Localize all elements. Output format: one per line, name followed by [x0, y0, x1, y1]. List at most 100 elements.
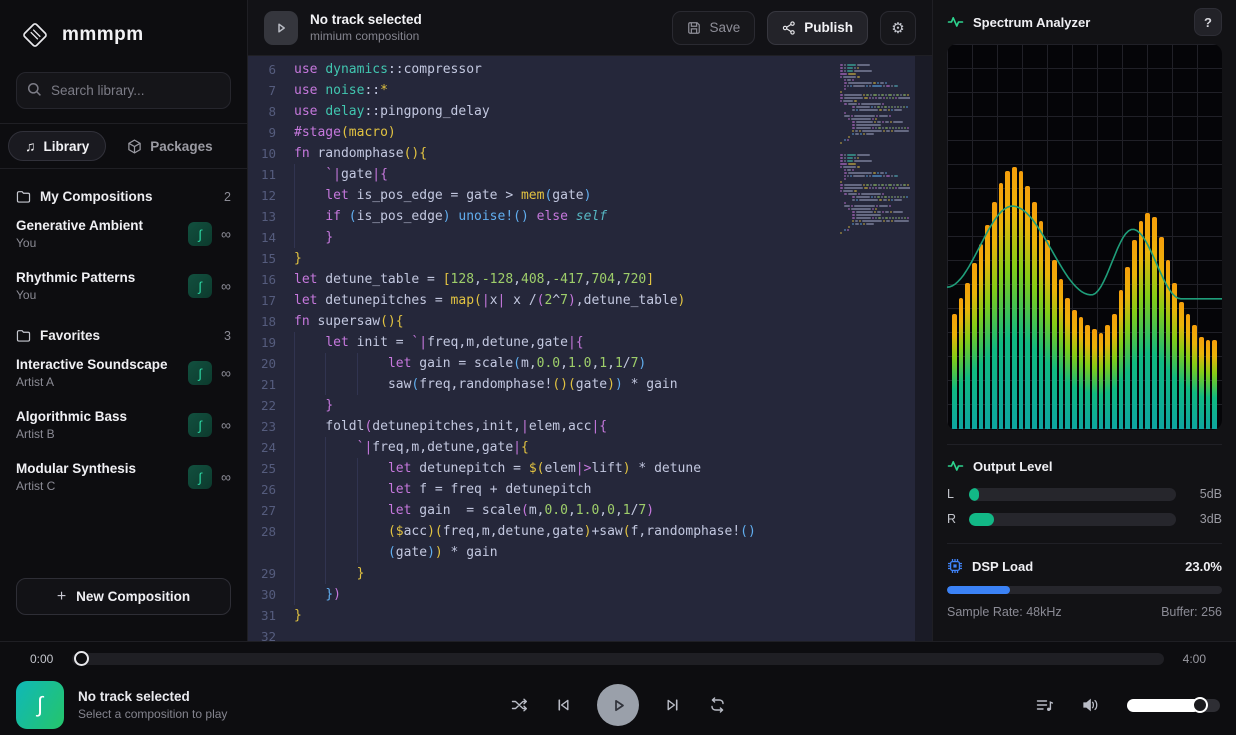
item-subtitle: Artist C: [16, 479, 188, 493]
code-line: 29 }: [248, 563, 932, 584]
list-item[interactable]: Algorithmic BassArtist B∫∞: [16, 399, 231, 451]
code-line: (gate)) * gain: [248, 542, 932, 563]
list-item[interactable]: Interactive SoundscapeArtist A∫∞: [16, 347, 231, 399]
sample-rate-label: Sample Rate: 48kHz: [947, 605, 1062, 619]
volume-knob[interactable]: [1192, 697, 1208, 713]
code-line: 28 ($acc)(freq,m,detune,gate)+saw(f,rand…: [248, 521, 932, 542]
next-button[interactable]: [663, 696, 683, 714]
section-header[interactable]: Favorites3: [16, 328, 231, 343]
item-title: Modular Synthesis: [16, 461, 188, 476]
editor-header: No track selected mimium composition Sav…: [248, 0, 932, 56]
meter-row-left: L 5dB: [947, 487, 1222, 501]
infinity-icon: ∞: [221, 226, 231, 242]
spectrum-curve: [947, 44, 1222, 430]
plus-icon: +: [57, 588, 66, 606]
waveform-icon: [947, 14, 964, 30]
item-title: Rhythmic Patterns: [16, 270, 188, 285]
volume-icon[interactable]: [1081, 696, 1101, 714]
repeat-button[interactable]: [707, 696, 727, 714]
save-button[interactable]: Save: [672, 11, 755, 45]
analysis-panel: Spectrum Analyzer ? Output Level L 5: [932, 0, 1236, 641]
code-line: 32: [248, 626, 932, 641]
code-line: 12 let is_pos_edge = gate > mem(gate): [248, 185, 932, 206]
shuffle-button[interactable]: [509, 696, 529, 714]
code-line: 20 let gain = scale(m,0.0,1.0,1,1/7): [248, 353, 932, 374]
code-line: 13 if (is_pos_edge) unoise!() else self: [248, 206, 932, 227]
mimium-file-icon: ∫: [188, 222, 212, 246]
sidebar-tabs: ♫ Library Packages: [0, 123, 247, 169]
music-note-icon: ♫: [25, 138, 36, 154]
code-line: 11 `|gate|{: [248, 164, 932, 185]
settings-button[interactable]: ⚙: [880, 11, 916, 45]
seek-handle[interactable]: [74, 651, 89, 666]
search-input[interactable]: [16, 72, 231, 109]
queue-button[interactable]: [1035, 696, 1055, 714]
transport-controls: [509, 684, 727, 726]
list-item[interactable]: Modular SynthesisArtist C∫∞: [16, 451, 231, 503]
list-item[interactable]: Rhythmic PatternsYou∫∞: [16, 260, 231, 312]
code-line: 6use dynamics::compressor: [248, 59, 932, 80]
spectrum-title: Spectrum Analyzer: [973, 15, 1090, 30]
code-minimap[interactable]: [840, 64, 910, 238]
code-line: 7use noise::*: [248, 80, 932, 101]
help-button[interactable]: ?: [1194, 8, 1222, 36]
mimium-file-icon: ∫: [188, 413, 212, 437]
editor-pane: No track selected mimium composition Sav…: [248, 0, 932, 641]
meter-row-right: R 3dB: [947, 512, 1222, 526]
level-meter-right: [969, 513, 1176, 526]
spectrum-chart: [947, 44, 1222, 430]
track-play-thumbnail[interactable]: [264, 11, 298, 45]
share-icon: [782, 21, 796, 35]
sidebar-sections: My Compositions2Generative AmbientYou∫∞R…: [0, 169, 247, 578]
tab-library[interactable]: ♫ Library: [8, 131, 106, 161]
previous-button[interactable]: [553, 696, 573, 714]
channel-right-label: R: [947, 512, 959, 526]
list-item[interactable]: Generative Ambient You∫ ∞: [16, 208, 231, 260]
code-line: 27 let gain = scale(m,0.0,1.0,0,1/7): [248, 500, 932, 521]
new-composition-label: New Composition: [76, 589, 190, 604]
code-line: 17let detunepitches = map(|x| x /(2^7),d…: [248, 290, 932, 311]
mimium-file-icon: ∫: [188, 361, 212, 385]
app-title: mmmpm: [62, 24, 144, 46]
section-header[interactable]: My Compositions2: [16, 189, 231, 204]
gear-icon: ⚙: [891, 19, 904, 37]
infinity-icon: ∞: [221, 278, 231, 294]
volume-slider[interactable]: [1127, 699, 1220, 712]
code-line: 19 let init = `|freq,m,detune,gate|{: [248, 332, 932, 353]
save-label: Save: [709, 20, 740, 35]
editor-scrollbar[interactable]: [915, 56, 932, 641]
publish-button[interactable]: Publish: [767, 11, 868, 45]
infinity-icon: ∞: [221, 469, 231, 485]
infinity-icon: ∞: [221, 417, 231, 433]
channel-left-value: 5dB: [1186, 487, 1222, 501]
tab-packages[interactable]: Packages: [110, 132, 229, 161]
code-line: 22 }: [248, 395, 932, 416]
total-time: 4:00: [1176, 652, 1206, 666]
item-subtitle: You: [16, 236, 188, 250]
editor-track-title: No track selected: [310, 12, 660, 27]
integral-icon: ∫: [37, 692, 43, 718]
code-editor[interactable]: 6use dynamics::compressor7use noise::*8u…: [248, 56, 932, 641]
infinity-icon: ∞: [221, 365, 231, 381]
code-line: 16let detune_table = [128,-128,408,-417,…: [248, 269, 932, 290]
tab-packages-label: Packages: [150, 139, 212, 154]
new-composition-button[interactable]: + New Composition: [16, 578, 231, 615]
code-line: 8use delay::pingpong_delay: [248, 101, 932, 122]
seek-bar[interactable]: [72, 653, 1164, 665]
buffer-label: Buffer: 256: [1161, 605, 1222, 619]
code-line: 26 let f = freq + detunepitch: [248, 479, 932, 500]
section-title: Favorites: [40, 328, 215, 343]
now-playing-subtitle: Select a composition to play: [78, 707, 227, 721]
dsp-load-value: 23.0%: [1185, 559, 1222, 574]
folder-icon: [16, 329, 31, 342]
code-line: 23 foldl(detunepitches,init,|elem,acc|{: [248, 416, 932, 437]
publish-label: Publish: [804, 20, 853, 35]
code-line: 24 `|freq,m,detune,gate|{: [248, 437, 932, 458]
code-line: 21 saw(freq,randomphase!()(gate)) * gain: [248, 374, 932, 395]
now-playing-thumbnail: ∫: [16, 681, 64, 729]
code-line: 15}: [248, 248, 932, 269]
play-button[interactable]: [597, 684, 639, 726]
folder-icon: [16, 190, 31, 203]
code-line: 30 }): [248, 584, 932, 605]
item-title: Generative Ambient: [16, 218, 188, 233]
